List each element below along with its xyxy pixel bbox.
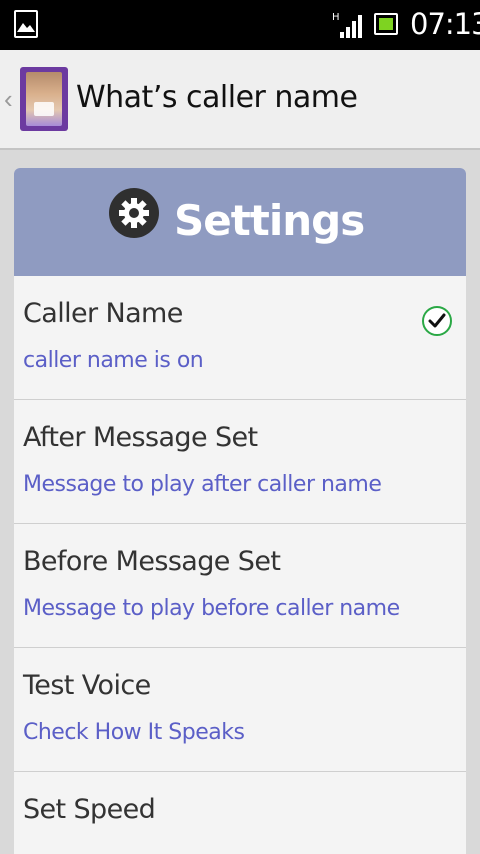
signal-icon: H <box>332 10 364 40</box>
pref-summary: Message to play before caller name <box>23 596 400 621</box>
pref-title: Caller Name <box>23 298 183 329</box>
pref-test-voice[interactable]: Test Voice Check How It Speaks <box>14 648 466 772</box>
back-chevron-icon[interactable]: ‹ <box>4 84 13 115</box>
pref-summary: caller name is on <box>23 348 204 373</box>
pref-summary: Check How It Speaks <box>23 720 245 745</box>
app-title: What’s caller name <box>76 80 358 115</box>
pref-title: After Message Set <box>23 422 258 453</box>
action-bar: ‹ What’s caller name <box>0 50 480 150</box>
pref-after-message[interactable]: After Message Set Message to play after … <box>14 400 466 524</box>
status-bar: H 07:13 <box>0 0 480 50</box>
app-icon[interactable] <box>20 67 68 131</box>
battery-icon <box>374 13 398 35</box>
pref-before-message[interactable]: Before Message Set Message to play befor… <box>14 524 466 648</box>
pref-title: Set Speed <box>23 794 156 825</box>
pref-title: Before Message Set <box>23 546 281 577</box>
pref-title: Test Voice <box>23 670 151 701</box>
settings-title: Settings <box>174 196 365 245</box>
settings-card: Settings Caller Name caller name is on A… <box>14 168 466 854</box>
gallery-notification-icon <box>14 10 38 38</box>
gear-icon <box>109 188 159 238</box>
screen: H 07:13 ‹ What’s caller name <box>0 0 480 854</box>
settings-header: Settings <box>14 168 466 276</box>
status-time: 07:13 <box>410 7 480 41</box>
network-type-label: H <box>332 12 340 23</box>
pref-set-speed[interactable]: Set Speed <box>14 772 466 854</box>
pref-caller-name[interactable]: Caller Name caller name is on <box>14 276 466 400</box>
pref-summary: Message to play after caller name <box>23 472 382 497</box>
checkmark-icon[interactable] <box>422 306 452 336</box>
